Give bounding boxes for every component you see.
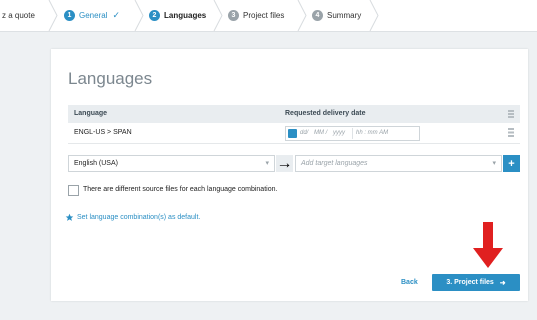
step-project-files[interactable]: 3 Project files	[228, 0, 284, 31]
target-languages-placeholder: Add target languages	[301, 160, 368, 167]
next-project-files-button[interactable]: 3. Project files ➜	[432, 274, 520, 291]
step-project-files-label: Project files	[243, 11, 285, 20]
languages-card: Languages Language Requested delivery da…	[51, 49, 528, 301]
languages-table-header: Language Requested delivery date	[68, 105, 520, 123]
different-source-files-label: There are different source files for eac…	[83, 186, 278, 193]
step-separator-icon	[369, 0, 379, 31]
step-quote[interactable]: z a quote	[0, 0, 35, 31]
step-languages-number: 2	[149, 10, 160, 21]
date-divider	[352, 128, 353, 139]
source-language-select[interactable]: English (USA) ▾	[68, 155, 275, 172]
check-icon: ✓	[112, 10, 121, 20]
step-languages-label: Languages	[164, 11, 207, 20]
calendar-icon[interactable]	[288, 129, 297, 138]
arrow-right-icon: ➜	[499, 279, 506, 287]
step-summary-number: 4	[312, 10, 323, 21]
wizard-steps-bar: z a quote 1 General ✓ 2 Languages 3 Proj…	[0, 0, 537, 32]
target-languages-select[interactable]: Add target languages ▾	[295, 155, 502, 172]
step-languages[interactable]: 2 Languages	[149, 0, 206, 31]
chevron-down-icon: ▾	[265, 160, 269, 167]
different-source-files-checkbox[interactable]	[68, 185, 79, 196]
date-year-field[interactable]: yyyy	[333, 130, 345, 136]
step-separator-icon	[297, 0, 307, 31]
delivery-date-input[interactable]: dd/ MM / yyyy hh : mm AM	[285, 126, 420, 141]
back-button[interactable]: Back	[401, 279, 418, 286]
language-pair: ENGL-US > SPAN	[74, 129, 132, 136]
date-month-field[interactable]: MM /	[314, 130, 327, 136]
page-title: Languages	[68, 69, 153, 88]
step-separator-icon	[213, 0, 223, 31]
step-quote-label: z a quote	[2, 11, 35, 20]
step-separator-icon	[48, 0, 58, 31]
step-summary[interactable]: 4 Summary	[312, 0, 361, 31]
add-target-language-button[interactable]: +	[503, 155, 520, 172]
step-summary-label: Summary	[327, 11, 362, 20]
row-drag-handle-icon[interactable]	[508, 128, 514, 137]
time-field[interactable]: hh : mm AM	[356, 130, 388, 136]
step-general-label: General	[79, 11, 108, 20]
column-options-icon[interactable]	[508, 110, 514, 118]
step-project-files-number: 3	[228, 10, 239, 21]
step-general[interactable]: 1 General ✓	[64, 0, 120, 31]
date-day-field[interactable]: dd/	[300, 130, 308, 136]
chevron-down-icon: ▾	[492, 160, 496, 167]
swap-arrow-icon: →	[276, 154, 293, 172]
red-arrow-annotation-icon	[473, 222, 503, 268]
step-general-number: 1	[64, 10, 75, 21]
step-separator-icon	[134, 0, 144, 31]
set-default-link[interactable]: Set language combination(s) as default.	[77, 214, 200, 221]
table-row: ENGL-US > SPAN dd/ MM / yyyy hh : mm AM	[68, 123, 520, 144]
source-language-value: English (USA)	[74, 160, 118, 167]
next-button-label: 3. Project files	[446, 279, 494, 286]
column-header-delivery-date: Requested delivery date	[285, 110, 366, 117]
star-icon[interactable]	[65, 213, 74, 222]
column-header-language: Language	[74, 110, 108, 117]
